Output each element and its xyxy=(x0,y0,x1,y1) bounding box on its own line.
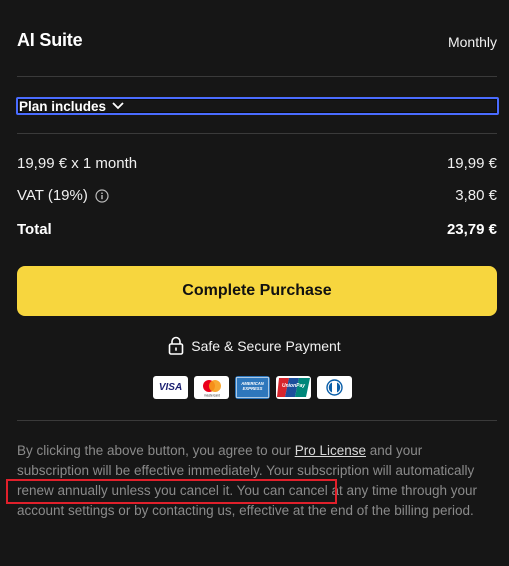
line-item-row: 19,99 € x 1 month 19,99 € xyxy=(17,155,497,172)
plan-includes-toggle[interactable]: Plan includes xyxy=(16,97,499,115)
plan-includes-label: Plan includes xyxy=(19,98,107,114)
product-title: AI Suite xyxy=(17,30,83,50)
amex-icon: AMERICAN EXPRESS xyxy=(235,376,270,399)
payment-methods: VISA mastercard AMERICAN EXPRESS UnionPa… xyxy=(153,376,352,399)
total-row: Total 23,79 € xyxy=(17,221,497,238)
unionpay-icon: UnionPay xyxy=(276,376,311,399)
secure-payment-label: Safe & Secure Payment xyxy=(191,337,341,354)
mastercard-icon: mastercard xyxy=(194,376,229,399)
svg-text:UnionPay: UnionPay xyxy=(282,383,305,389)
vat-row: VAT (19%) 3,80 € xyxy=(17,187,497,204)
annotation-highlight-box xyxy=(6,479,337,504)
line-item-label: 19,99 € x 1 month xyxy=(17,155,138,172)
svg-text:mastercard: mastercard xyxy=(204,394,220,398)
divider xyxy=(17,420,497,421)
total-label: Total xyxy=(17,221,52,238)
legal-text: By clicking the above button, you agree … xyxy=(17,443,295,458)
divider xyxy=(17,76,497,77)
total-value: 23,79 € xyxy=(446,221,497,238)
complete-purchase-button[interactable]: Complete Purchase xyxy=(17,266,497,316)
visa-card-icon: VISA xyxy=(153,376,188,399)
pro-license-link[interactable]: Pro License xyxy=(295,443,366,458)
lock-icon xyxy=(168,336,184,355)
diners-club-icon xyxy=(317,376,352,399)
divider xyxy=(17,133,497,134)
vat-label: VAT (19%) xyxy=(17,187,88,204)
info-icon[interactable] xyxy=(95,188,109,203)
complete-purchase-label: Complete Purchase xyxy=(182,282,332,299)
vat-value: 3,80 € xyxy=(455,187,497,204)
chevron-down-icon xyxy=(112,102,124,110)
secure-payment: Safe & Secure Payment xyxy=(0,336,509,355)
line-item-value: 19,99 € xyxy=(446,155,497,172)
billing-cycle: Monthly xyxy=(447,34,497,50)
